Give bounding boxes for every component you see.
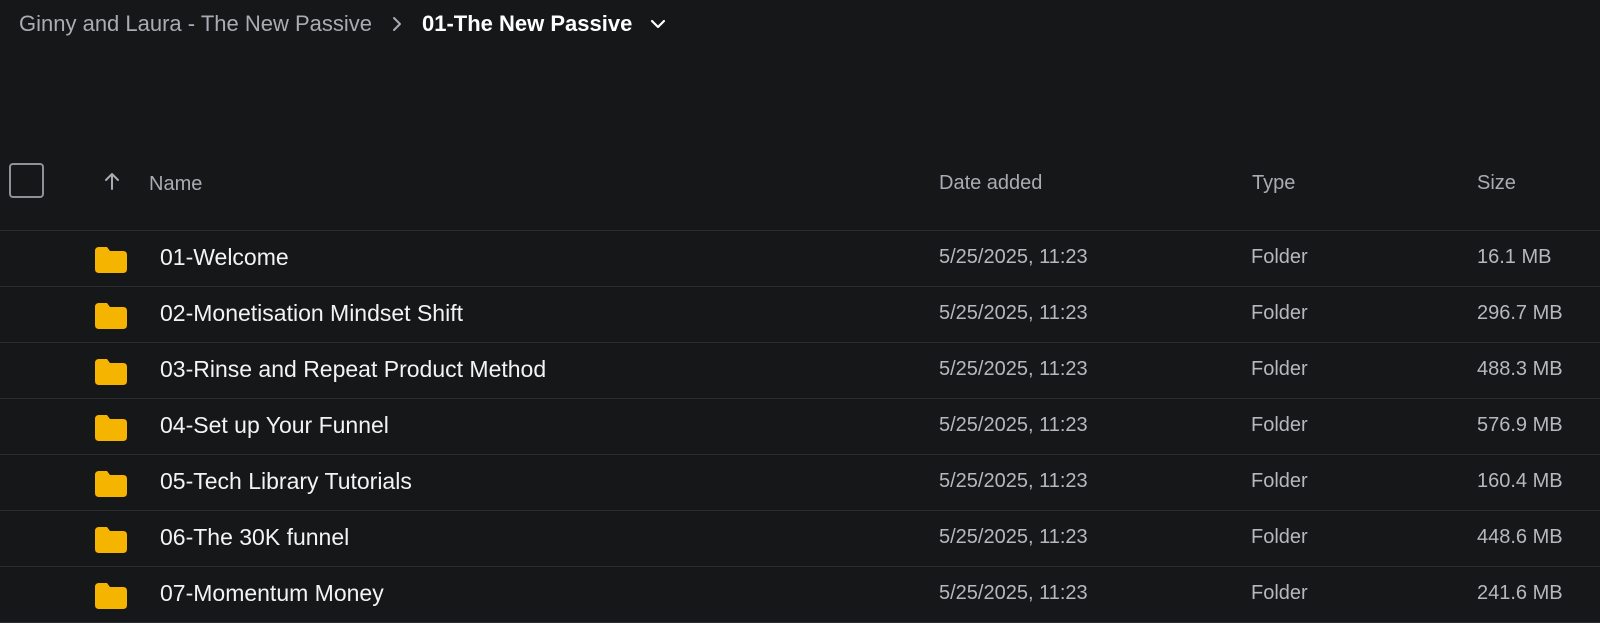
row-date-added: 5/25/2025, 11:23 — [939, 246, 1088, 268]
breadcrumb: Ginny and Laura - The New Passive 01-The… — [19, 8, 666, 40]
row-size: 160.4 MB — [1477, 470, 1563, 492]
select-all-checkbox[interactable] — [9, 163, 44, 198]
column-header-name[interactable]: Name — [149, 173, 202, 196]
row-date-added: 5/25/2025, 11:23 — [939, 526, 1088, 548]
row-date-added: 5/25/2025, 11:23 — [939, 302, 1088, 324]
table-row[interactable]: 01-Welcome 5/25/2025, 11:23 Folder 16.1 … — [0, 231, 1600, 287]
table-row[interactable]: 03-Rinse and Repeat Product Method 5/25/… — [0, 343, 1600, 399]
row-type: Folder — [1251, 582, 1308, 604]
row-name: 05-Tech Library Tutorials — [160, 468, 412, 494]
row-name: 07-Momentum Money — [160, 580, 384, 606]
row-name: 02-Monetisation Mindset Shift — [160, 300, 463, 326]
row-size: 296.7 MB — [1477, 302, 1563, 324]
folder-icon — [95, 303, 127, 329]
folder-icon — [95, 527, 127, 553]
row-size: 448.6 MB — [1477, 526, 1563, 548]
file-list: 01-Welcome 5/25/2025, 11:23 Folder 16.1 … — [0, 231, 1600, 623]
table-row[interactable]: 02-Monetisation Mindset Shift 5/25/2025,… — [0, 287, 1600, 343]
row-date-added: 5/25/2025, 11:23 — [939, 414, 1088, 436]
row-size: 241.6 MB — [1477, 582, 1563, 604]
chevron-right-icon — [392, 16, 402, 32]
row-date-added: 5/25/2025, 11:23 — [939, 358, 1088, 380]
breadcrumb-parent-link[interactable]: Ginny and Laura - The New Passive — [19, 11, 372, 37]
column-header-date-added[interactable]: Date added — [939, 172, 1042, 195]
row-name: 04-Set up Your Funnel — [160, 412, 389, 438]
breadcrumb-current-folder[interactable]: 01-The New Passive — [422, 11, 666, 37]
table-row[interactable]: 06-The 30K funnel 5/25/2025, 11:23 Folde… — [0, 511, 1600, 567]
folder-icon — [95, 471, 127, 497]
row-size: 488.3 MB — [1477, 358, 1563, 380]
column-header-size[interactable]: Size — [1477, 172, 1516, 195]
row-date-added: 5/25/2025, 11:23 — [939, 582, 1088, 604]
row-type: Folder — [1251, 246, 1308, 268]
row-type: Folder — [1251, 414, 1308, 436]
breadcrumb-current-label: 01-The New Passive — [422, 11, 633, 36]
folder-icon — [95, 415, 127, 441]
arrow-up-icon[interactable] — [103, 171, 121, 196]
row-date-added: 5/25/2025, 11:23 — [939, 470, 1088, 492]
row-type: Folder — [1251, 302, 1308, 324]
table-row[interactable]: 05-Tech Library Tutorials 5/25/2025, 11:… — [0, 455, 1600, 511]
table-header: Name Date added Type Size — [0, 152, 1600, 231]
column-header-type[interactable]: Type — [1252, 172, 1295, 195]
row-name: 06-The 30K funnel — [160, 524, 350, 550]
row-name: 01-Welcome — [160, 244, 289, 270]
folder-icon — [95, 359, 127, 385]
row-type: Folder — [1251, 358, 1308, 380]
row-size: 576.9 MB — [1477, 414, 1563, 436]
row-type: Folder — [1251, 526, 1308, 548]
folder-icon — [95, 583, 127, 609]
table-row[interactable]: 07-Momentum Money 5/25/2025, 11:23 Folde… — [0, 567, 1600, 623]
chevron-down-icon[interactable] — [650, 19, 666, 29]
row-size: 16.1 MB — [1477, 246, 1552, 268]
row-type: Folder — [1251, 470, 1308, 492]
table-row[interactable]: 04-Set up Your Funnel 5/25/2025, 11:23 F… — [0, 399, 1600, 455]
folder-icon — [95, 247, 127, 273]
row-name: 03-Rinse and Repeat Product Method — [160, 356, 547, 382]
